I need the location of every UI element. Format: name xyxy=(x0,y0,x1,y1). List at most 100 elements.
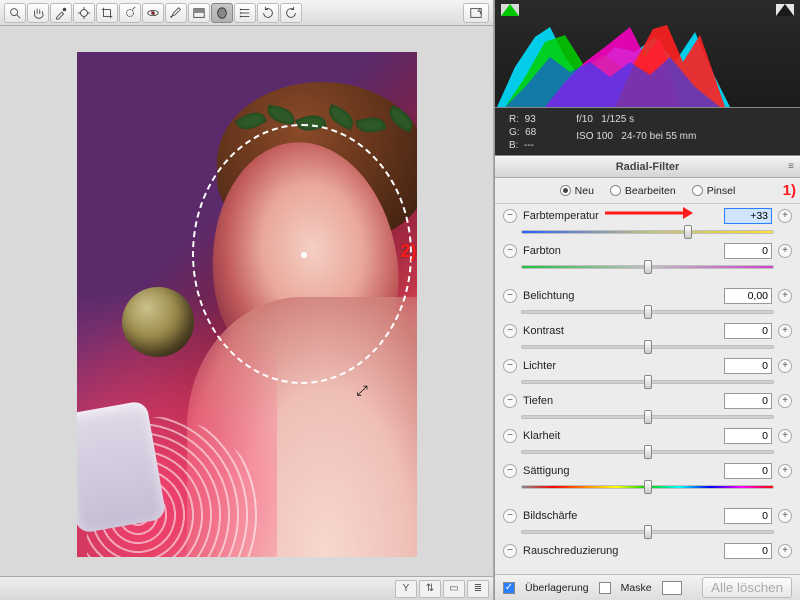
saturation-label: Sättigung xyxy=(523,465,718,477)
sharpness-thumb[interactable] xyxy=(644,525,652,539)
exif-g-value: 68 xyxy=(525,127,536,138)
panel-menu-icon[interactable]: ≡ xyxy=(788,161,794,172)
shadows-value-input[interactable] xyxy=(724,393,772,409)
image-canvas[interactable]: 2) ⤢ xyxy=(77,52,417,557)
exposure-plus-button[interactable]: + xyxy=(778,289,792,303)
saturation-minus-button[interactable]: − xyxy=(503,464,517,478)
exif-aperture: f/10 xyxy=(576,114,593,125)
slider-clarity: −Klarheit + xyxy=(495,424,800,459)
exif-r-value: 93 xyxy=(525,114,536,125)
tint-label: Farbton xyxy=(523,245,718,257)
panel-title-bar: Radial-Filter ≡ xyxy=(495,156,800,178)
exposure-minus-button[interactable]: − xyxy=(503,289,517,303)
toggle-fullscreen-button[interactable] xyxy=(463,3,489,23)
shadows-plus-button[interactable]: + xyxy=(778,394,792,408)
highlights-plus-button[interactable]: + xyxy=(778,359,792,373)
shadows-minus-button[interactable]: − xyxy=(503,394,517,408)
contrast-thumb[interactable] xyxy=(644,340,652,354)
tool-redeye[interactable] xyxy=(142,3,164,23)
annotation-label-2: 2) xyxy=(401,241,417,262)
tint-plus-button[interactable]: + xyxy=(778,244,792,258)
mode-new-radio[interactable]: Neu xyxy=(560,185,594,197)
mode-brush-label: Pinsel xyxy=(707,185,736,197)
temperature-thumb[interactable] xyxy=(684,225,692,239)
clarity-plus-button[interactable]: + xyxy=(778,429,792,443)
mask-color-swatch[interactable] xyxy=(662,581,682,595)
exposure-value-input[interactable] xyxy=(724,288,772,304)
tool-adjustment-brush[interactable] xyxy=(165,3,187,23)
exposure-thumb[interactable] xyxy=(644,305,652,319)
swap-button[interactable]: ⇅ xyxy=(419,580,441,598)
mode-edit-label: Bearbeiten xyxy=(625,185,676,197)
tint-minus-button[interactable]: − xyxy=(503,244,517,258)
tool-zoom[interactable] xyxy=(4,3,26,23)
exif-lens: 24-70 bei 55 mm xyxy=(621,131,696,142)
sharpness-value-input[interactable] xyxy=(724,508,772,524)
temperature-label: Farbtemperatur xyxy=(523,210,718,222)
shadows-thumb[interactable] xyxy=(644,410,652,424)
exif-b-label: B: xyxy=(509,140,518,151)
noise-minus-button[interactable]: − xyxy=(503,544,517,558)
tool-presets[interactable] xyxy=(234,3,256,23)
sharpness-minus-button[interactable]: − xyxy=(503,509,517,523)
saturation-plus-button[interactable]: + xyxy=(778,464,792,478)
mode-edit-radio[interactable]: Bearbeiten xyxy=(610,185,676,197)
slider-noise: −Rauschreduzierung+ xyxy=(495,539,800,564)
tint-thumb[interactable] xyxy=(644,260,652,274)
histogram[interactable] xyxy=(495,0,800,108)
tool-color-sampler[interactable] xyxy=(73,3,95,23)
temperature-track[interactable] xyxy=(521,230,774,234)
tool-spot-removal[interactable] xyxy=(119,3,141,23)
contrast-minus-button[interactable]: − xyxy=(503,324,517,338)
overlay-checkbox[interactable]: ✓ xyxy=(503,582,515,594)
mask-label: Maske xyxy=(621,582,652,594)
slider-temperature: − Farbtemperatur + xyxy=(495,204,800,239)
exif-readout: R: 93 G: 68 B: --- f/10 1/125 s ISO 100 … xyxy=(495,108,800,156)
exif-b-value: --- xyxy=(524,140,534,151)
tool-radial-filter[interactable] xyxy=(211,3,233,23)
tool-eyedropper[interactable] xyxy=(50,3,72,23)
noise-value-input[interactable] xyxy=(724,543,772,559)
mode-brush-radio[interactable]: Pinsel xyxy=(692,185,736,197)
tool-crop[interactable] xyxy=(96,3,118,23)
clarity-minus-button[interactable]: − xyxy=(503,429,517,443)
highlights-thumb[interactable] xyxy=(644,375,652,389)
temperature-value-input[interactable] xyxy=(724,208,772,224)
shadows-label: Tiefen xyxy=(523,395,718,407)
saturation-value-input[interactable] xyxy=(724,463,772,479)
panel-footer: ✓ Überlagerung Maske Alle löschen xyxy=(495,574,800,600)
contrast-value-input[interactable] xyxy=(724,323,772,339)
clarity-label: Klarheit xyxy=(523,430,718,442)
mask-checkbox[interactable] xyxy=(599,582,611,594)
tool-rotate-ccw[interactable] xyxy=(257,3,279,23)
mode-new-label: Neu xyxy=(575,185,594,197)
sharpness-label: Bildschärfe xyxy=(523,510,718,522)
top-toolbar xyxy=(0,0,493,26)
tint-value-input[interactable] xyxy=(724,243,772,259)
slider-sharpness: −Bildschärfe + xyxy=(495,504,800,539)
highlights-value-input[interactable] xyxy=(724,358,772,374)
saturation-thumb[interactable] xyxy=(644,480,652,494)
slider-exposure: −Belichtung+ xyxy=(495,284,800,319)
grid-toggle-button[interactable]: ≣ xyxy=(467,580,489,598)
temperature-plus-button[interactable]: + xyxy=(778,209,792,223)
before-after-button[interactable]: ▭ xyxy=(443,580,465,598)
exif-g-label: G: xyxy=(509,127,520,138)
compare-button[interactable]: Y xyxy=(395,580,417,598)
tool-rotate-cw[interactable] xyxy=(280,3,302,23)
sharpness-plus-button[interactable]: + xyxy=(778,509,792,523)
image-viewport[interactable]: 2) ⤢ xyxy=(0,26,493,576)
radial-filter-center-pin[interactable] xyxy=(301,252,307,258)
contrast-plus-button[interactable]: + xyxy=(778,324,792,338)
noise-plus-button[interactable]: + xyxy=(778,544,792,558)
clarity-thumb[interactable] xyxy=(644,445,652,459)
temperature-minus-button[interactable]: − xyxy=(503,209,517,223)
slider-highlights: −Lichter + xyxy=(495,354,800,389)
highlights-label: Lichter xyxy=(523,360,718,372)
tool-hand[interactable] xyxy=(27,3,49,23)
highlights-minus-button[interactable]: − xyxy=(503,359,517,373)
annotation-label-1: 1) xyxy=(783,182,796,199)
clear-all-button[interactable]: Alle löschen xyxy=(702,577,792,598)
clarity-value-input[interactable] xyxy=(724,428,772,444)
tool-graduated-filter[interactable] xyxy=(188,3,210,23)
